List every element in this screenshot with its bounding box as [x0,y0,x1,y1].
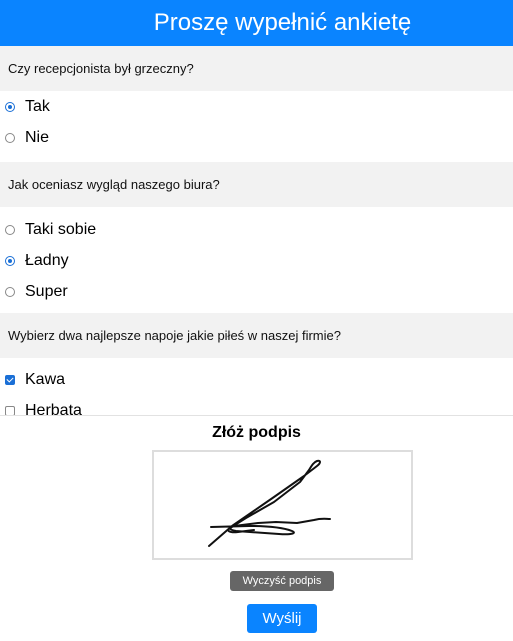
question-text: Jak oceniasz wygląd naszego biura? [8,177,220,192]
question-text: Wybierz dwa najlepsze napoje jakie piłeś… [8,328,341,343]
option-nie[interactable]: Nie [0,122,513,153]
question-2: Jak oceniasz wygląd naszego biura? [0,162,513,207]
option-taki-sobie[interactable]: Taki sobie [0,214,513,245]
radio-button[interactable] [5,132,15,143]
question-3: Wybierz dwa najlepsze napoje jakie piłeś… [0,313,513,358]
survey-scroll-area[interactable]: Czy recepcjonista był grzeczny? Tak Nie … [0,46,513,415]
option-label: Nie [25,128,50,146]
question-1: Czy recepcjonista był grzeczny? [0,46,513,91]
option-super[interactable]: Super [0,276,513,307]
submit-button[interactable]: Wyślij [247,604,317,633]
radio-button[interactable] [5,101,15,112]
option-label: Ładny [25,251,69,269]
signature-panel: Złóż podpis Wyczyść podpis Wyślij [0,415,513,641]
radio-button[interactable] [5,224,15,235]
option-label: Taki sobie [25,220,97,238]
signature-pad[interactable] [152,450,413,560]
checkbox[interactable] [5,374,15,385]
option-kawa[interactable]: Kawa [0,364,513,395]
signature-title: Złóż podpis [212,424,301,441]
option-label: Herbata [25,401,82,416]
option-tak[interactable]: Tak [0,91,513,122]
option-label: Tak [25,97,50,115]
option-label: Kawa [25,370,66,388]
checkbox[interactable] [5,405,15,415]
radio-button[interactable] [5,255,15,266]
survey-header: Proszę wypełnić ankietę [0,0,513,46]
question-text: Czy recepcjonista był grzeczny? [8,61,194,76]
option-herbata[interactable]: Herbata [0,395,513,415]
signature-drawing [208,459,331,547]
option-ladny[interactable]: Ładny [0,245,513,276]
option-label: Super [25,282,68,300]
clear-signature-button[interactable]: Wyczyść podpis [230,571,334,591]
radio-button[interactable] [5,286,15,297]
page-title: Proszę wypełnić ankietę [153,9,412,36]
